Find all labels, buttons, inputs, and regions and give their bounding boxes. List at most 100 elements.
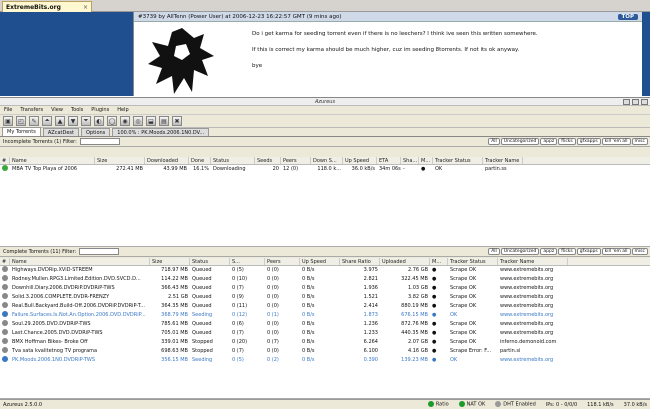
incomplete-col-header[interactable]: Done	[189, 157, 211, 164]
complete-col-header[interactable]: Peers	[265, 258, 300, 265]
table-cell: 698.63 MB	[161, 348, 188, 354]
incomplete-col-header[interactable]: Down S...	[311, 157, 343, 164]
start-icon[interactable]: ◯	[107, 116, 117, 126]
category-filter-button[interactable]: Uncategorized	[500, 248, 540, 255]
category-filter-button[interactable]: flicks	[558, 138, 576, 145]
category-filter-button[interactable]: gfxapps	[576, 138, 601, 145]
maximize-icon[interactable]	[632, 99, 639, 105]
table-cell: 6.264	[363, 339, 378, 345]
tab-azcatdest[interactable]: AZcatDest	[42, 128, 79, 136]
table-cell	[0, 311, 10, 320]
category-filter-button[interactable]: misc	[631, 248, 648, 255]
complete-col-header[interactable]: M...	[430, 258, 448, 265]
menu-plugins[interactable]: Plugins	[91, 107, 109, 113]
minimize-icon[interactable]	[623, 99, 630, 105]
menu-transfers[interactable]: Transfers	[20, 107, 43, 113]
close-icon[interactable]	[641, 99, 648, 105]
table-cell: 0 (6)	[232, 321, 244, 327]
table-row[interactable]: Soul.29.2005.DVD.DVDRiP-TWS 785.61 MB Queu…	[0, 320, 650, 329]
host-icon[interactable]: ◎	[133, 116, 143, 126]
complete-col-header[interactable]: Name	[10, 258, 150, 265]
complete-col-header[interactable]: Share Ratio	[340, 258, 380, 265]
post-line-1: Do i get karma for seeding torrent even …	[252, 31, 538, 37]
incomplete-col-header[interactable]: Seeds	[255, 157, 281, 164]
category-filter-button[interactable]: kill 'em all	[601, 138, 631, 145]
incomplete-col-header[interactable]: Up Speed	[343, 157, 377, 164]
move-top-icon[interactable]: ⏶	[42, 116, 52, 126]
stop-icon[interactable]: ◉	[120, 116, 130, 126]
category-filter-button[interactable]: appz	[540, 248, 558, 255]
post-body: Do i get karma for seeding torrent even …	[252, 30, 538, 78]
table-row[interactable]: Tva sata kvalitetnog TV programa 698.63 M…	[0, 347, 650, 356]
complete-col-header[interactable]: S...	[230, 258, 265, 265]
open-torrent-icon[interactable]: ▣	[3, 116, 13, 126]
open-url-icon[interactable]: ◰	[16, 116, 26, 126]
move-up-icon[interactable]: ▲	[55, 116, 65, 126]
table-cell: www.extremebits.org	[500, 267, 554, 273]
window-titlebar[interactable]: Azureus	[0, 98, 650, 106]
incomplete-col-header[interactable]: ETA	[377, 157, 401, 164]
nat-status[interactable]: NAT OK	[458, 401, 485, 408]
close-tab-icon[interactable]: ×	[83, 4, 88, 11]
browser-tab[interactable]: ExtremeBits.org ×	[2, 1, 92, 12]
incomplete-col-header[interactable]: Tracker Status	[433, 157, 483, 164]
remove-icon[interactable]: ✖	[172, 116, 182, 126]
table-row[interactable]: PK.Moods.2006.1N0.DVDRiP-TWS 356.15 MB See…	[0, 356, 650, 365]
table-row[interactable]: Failure.Surfaces.Is.Not.An.Option.2006.D…	[0, 311, 650, 320]
top-button[interactable]: TOP	[617, 13, 638, 20]
table-row[interactable]: Last.Chance.2005.DVD.DVDRiP-TWS 705.01 MB…	[0, 329, 650, 338]
dht-status[interactable]: DHT Enabled	[495, 401, 536, 408]
category-filter-button[interactable]: gfxapps	[576, 248, 601, 255]
incomplete-col-header[interactable]: Name	[10, 157, 95, 164]
complete-filter-input[interactable]	[79, 248, 120, 255]
menu-view[interactable]: View	[51, 107, 63, 113]
menu-tools[interactable]: Tools	[71, 107, 83, 113]
move-down-icon[interactable]: ▼	[68, 116, 78, 126]
publish-icon[interactable]: ⬓	[146, 116, 156, 126]
complete-col-header[interactable]: Tracker Status	[448, 258, 498, 265]
table-row[interactable]: Highways.DVDRip.XViD-STREEM 718.97 MB Queu…	[0, 266, 650, 275]
complete-col-header[interactable]: Up Speed	[300, 258, 340, 265]
category-filter-button[interactable]: misc	[631, 138, 648, 145]
menu-bar: File Transfers View Tools Plugins Help	[0, 106, 650, 114]
menu-help[interactable]: Help	[117, 107, 128, 113]
table-row[interactable]: MBA TV Top Playa of 2006 272.41 MB 43.99 M…	[0, 165, 650, 174]
incomplete-col-header[interactable]: Downloaded	[145, 157, 189, 164]
table-row[interactable]: BMX Hoffman Bikes- Broke Off 339.01 MB Sto…	[0, 338, 650, 347]
table-cell: ●	[432, 285, 437, 291]
complete-col-header[interactable]: Size	[150, 258, 190, 265]
category-filter-button[interactable]: All	[488, 248, 500, 255]
category-filter-button[interactable]: appz	[540, 138, 558, 145]
config-icon[interactable]: ▤	[159, 116, 169, 126]
incomplete-col-header[interactable]: #	[0, 157, 10, 164]
incomplete-col-header[interactable]: Sha...	[401, 157, 419, 164]
complete-col-header[interactable]: Status	[190, 258, 230, 265]
category-filter-button[interactable]: flicks	[558, 248, 576, 255]
run-icon[interactable]: ◐	[94, 116, 104, 126]
complete-col-header[interactable]: Tracker Name	[498, 258, 568, 265]
category-filter-button[interactable]: Uncategorized	[500, 138, 540, 145]
complete-col-header[interactable]: #	[0, 258, 10, 265]
tab-my-torrents[interactable]: My Torrents	[2, 127, 41, 136]
incomplete-filter-input[interactable]	[79, 138, 120, 145]
new-torrent-icon[interactable]: ✎	[29, 116, 39, 126]
incomplete-col-header[interactable]: Size	[95, 157, 145, 164]
menu-file[interactable]: File	[4, 107, 12, 113]
complete-col-header[interactable]: Uploaded	[380, 258, 430, 265]
table-row[interactable]: Downhill.Diary.2006.DVDRiP.DVDRiP-TWS 366…	[0, 284, 650, 293]
incomplete-col-header[interactable]: Tracker Name	[483, 157, 523, 164]
table-row[interactable]: Solid.3.2006.COMPLETE.DVDR-FRENZY 2.51 GB…	[0, 293, 650, 302]
incomplete-col-header[interactable]: M...	[419, 157, 433, 164]
move-bottom-icon[interactable]: ⏷	[81, 116, 91, 126]
table-cell: 0 (0)	[267, 303, 279, 309]
down-speed-label: 118.1 kB/s	[587, 401, 614, 408]
incomplete-col-header[interactable]: Peers	[281, 157, 311, 164]
category-filter-button[interactable]: kill 'em all	[601, 248, 631, 255]
table-cell: ●	[432, 276, 437, 282]
table-row[interactable]: Real.Bull.Backyard.Build-Off.2006.DVDRiP…	[0, 302, 650, 311]
tab-options[interactable]: Options	[80, 128, 111, 136]
category-filter-button[interactable]: All	[488, 138, 500, 145]
table-row[interactable]: Rodney.Mullen.RPG3.Limited.Edition.DVD.S…	[0, 275, 650, 284]
tab-torrent-detail[interactable]: 100.0% : PK.Moods.2006.1N0.DV...	[112, 128, 210, 136]
incomplete-col-header[interactable]: Status	[211, 157, 255, 164]
